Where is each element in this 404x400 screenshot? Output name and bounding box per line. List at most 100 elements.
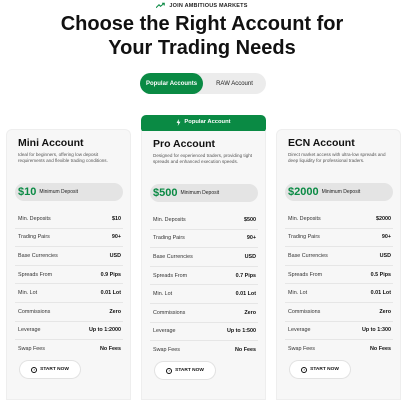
account-type-tabs: Popular Accounts RAW Account [140, 73, 266, 94]
feature-key: Base Currencies [288, 252, 328, 259]
lightning-icon [176, 118, 181, 126]
price-label: Minimum Deposit [180, 190, 220, 196]
popular-badge: Popular Account [141, 115, 266, 129]
feature-row: Min. Lot 0.01 Lot [150, 285, 258, 304]
feature-row: Commissions Zero [15, 303, 123, 322]
start-now-button[interactable]: › START NOW [290, 361, 350, 378]
feature-value: 0.7 Pips [235, 272, 256, 279]
price-pill: $2000 Minimum Deposit [285, 183, 393, 201]
popular-badge-text: Popular Account [184, 119, 231, 125]
feature-row: Trading Pairs 90+ [285, 229, 393, 248]
feature-list: Min. Deposits $10 Trading Pairs 90+ Base C… [15, 210, 123, 359]
feature-row: Base Currencies USD [15, 247, 123, 266]
start-now-label: START NOW [310, 367, 339, 372]
feature-row: Leverage Up to 1:300 [285, 322, 393, 341]
eyebrow-text: JOIN AMBITIOUS MARKETS [169, 2, 248, 9]
feature-row: Commissions Zero [150, 304, 258, 323]
feature-value: 0.01 Lot [235, 291, 256, 298]
feature-key: Commissions [18, 308, 51, 315]
feature-row: Swap Fees No Fees [285, 340, 393, 359]
feature-value: $2000 [376, 215, 391, 222]
feature-key: Spreads From [18, 271, 53, 278]
feature-key: Min. Lot [288, 290, 308, 297]
account-card-ecn: ECN Account Direct market access with ul… [276, 129, 401, 400]
account-card-pro: Pro Account Designed for experienced tra… [141, 129, 266, 400]
card-title: ECN Account [288, 137, 355, 149]
start-now-label: START NOW [40, 367, 69, 372]
feature-value: Zero [109, 308, 121, 315]
feature-value: 0.01 Lot [100, 290, 121, 297]
feature-value: 0.01 Lot [370, 290, 391, 297]
feature-value: 90+ [246, 235, 256, 242]
account-card-mini: Mini Account Ideal for beginners, offeri… [6, 129, 131, 400]
page-title-line-1: Choose the Right Account for [60, 13, 344, 35]
start-now-button[interactable]: › START NOW [155, 362, 215, 379]
feature-value: 90+ [381, 234, 391, 241]
feature-value: Up to 1:300 [361, 327, 391, 334]
arrow-right-icon: › [31, 366, 38, 373]
feature-key: Swap Fees [18, 346, 45, 353]
feature-row: Trading Pairs 90+ [150, 230, 258, 249]
start-now-label: START NOW [175, 368, 204, 373]
feature-key: Trading Pairs [288, 234, 320, 241]
feature-value: USD [109, 252, 121, 259]
feature-row: Leverage Up to 1:500 [150, 323, 258, 342]
feature-key: Commissions [288, 308, 321, 315]
feature-key: Commissions [153, 309, 186, 316]
feature-row: Leverage Up to 1:2000 [15, 322, 123, 341]
arrow-right-icon: › [301, 366, 308, 373]
tab-popular-accounts[interactable]: Popular Accounts [140, 73, 203, 94]
feature-key: Base Currencies [18, 252, 58, 259]
feature-key: Trading Pairs [18, 234, 50, 241]
feature-value: Up to 1:2000 [88, 327, 121, 334]
feature-list: Min. Deposits $500 Trading Pairs 90+ Base … [150, 211, 258, 360]
feature-key: Swap Fees [153, 347, 180, 354]
trend-arrow-icon [156, 2, 166, 9]
feature-key: Min. Lot [18, 290, 38, 297]
feature-key: Swap Fees [288, 346, 315, 353]
feature-key: Min. Deposits [288, 215, 321, 222]
feature-row: Min. Deposits $500 [150, 211, 258, 230]
feature-row: Min. Lot 0.01 Lot [285, 284, 393, 303]
card-description: Designed for experienced traders, provid… [153, 153, 253, 165]
feature-key: Leverage [18, 327, 41, 334]
feature-value: 90+ [111, 234, 121, 241]
feature-value: 0.9 Pips [100, 271, 121, 278]
feature-key: Leverage [153, 328, 176, 335]
feature-key: Leverage [288, 327, 311, 334]
price-value: $2000 [288, 186, 319, 198]
tab-raw-account[interactable]: RAW Account [203, 73, 266, 94]
price-value: $10 [18, 186, 37, 198]
feature-key: Min. Deposits [18, 215, 51, 222]
feature-value: No Fees [235, 347, 256, 354]
price-pill: $10 Minimum Deposit [15, 183, 123, 201]
feature-row: Spreads From 0.7 Pips [150, 267, 258, 286]
feature-key: Min. Lot [153, 291, 173, 298]
feature-value: Zero [244, 309, 256, 316]
feature-key: Spreads From [153, 272, 188, 279]
card-title: Mini Account [18, 137, 84, 149]
feature-value: 0.5 Pips [370, 271, 391, 278]
feature-row: Trading Pairs 90+ [15, 229, 123, 248]
page-title: Choose the Right Account for Your Tradin… [0, 12, 404, 60]
arrow-right-icon: › [166, 367, 173, 374]
price-pill: $500 Minimum Deposit [150, 184, 258, 202]
feature-value: Up to 1:500 [226, 328, 256, 335]
card-description: Direct market access with ultra-low spre… [288, 152, 386, 164]
feature-row: Spreads From 0.5 Pips [285, 266, 393, 285]
feature-row: Spreads From 0.9 Pips [15, 266, 123, 285]
feature-key: Min. Deposits [153, 216, 186, 223]
page-title-line-2: Your Trading Needs [108, 37, 296, 59]
feature-key: Base Currencies [153, 253, 193, 260]
feature-row: Swap Fees No Fees [15, 340, 123, 359]
price-label: Minimum Deposit [39, 189, 78, 195]
feature-row: Commissions Zero [285, 303, 393, 322]
feature-key: Spreads From [288, 271, 323, 278]
feature-row: Swap Fees No Fees [150, 341, 258, 360]
feature-row: Base Currencies USD [150, 248, 258, 267]
feature-row: Min. Deposits $10 [15, 210, 123, 229]
start-now-button[interactable]: › START NOW [20, 361, 80, 378]
feature-row: Min. Deposits $2000 [285, 210, 393, 229]
feature-value: USD [379, 252, 391, 259]
feature-row: Min. Lot 0.01 Lot [15, 284, 123, 303]
